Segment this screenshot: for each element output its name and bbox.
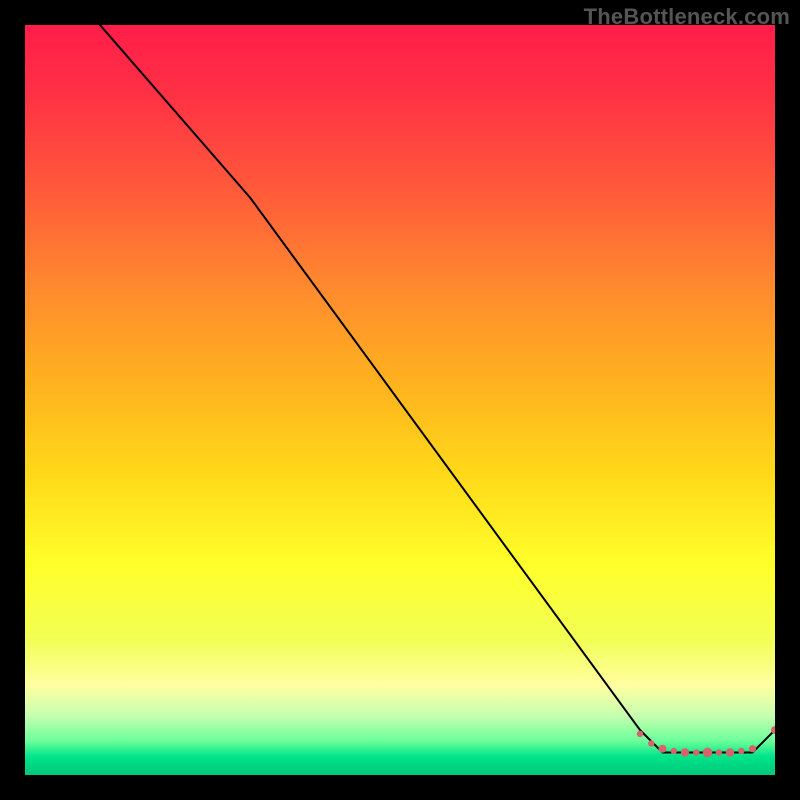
- data-point: [726, 748, 734, 756]
- curve-layer: [25, 25, 775, 775]
- data-point: [738, 748, 744, 754]
- data-point: [693, 749, 699, 755]
- data-point: [637, 731, 643, 737]
- data-point: [716, 749, 722, 755]
- data-point: [671, 748, 677, 754]
- data-point: [681, 748, 689, 756]
- data-point: [749, 745, 756, 752]
- data-point: [659, 745, 667, 753]
- chart-stage: TheBottleneck.com: [0, 0, 800, 800]
- plot-area: [25, 25, 775, 775]
- data-point: [648, 740, 654, 746]
- bottleneck-curve: [100, 25, 775, 753]
- data-point: [703, 748, 713, 758]
